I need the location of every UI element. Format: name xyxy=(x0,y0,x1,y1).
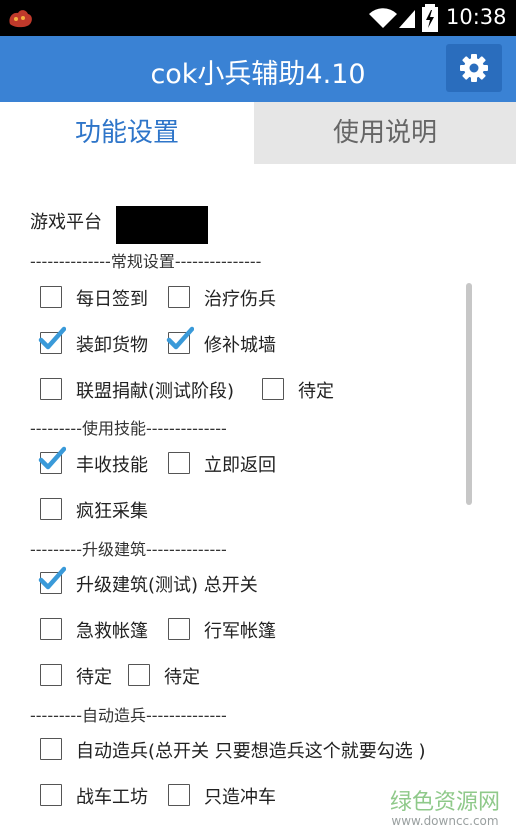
checkbox-box xyxy=(168,618,190,640)
checkmark-icon xyxy=(166,326,194,350)
scrollbar[interactable] xyxy=(466,283,472,505)
checkbox-box xyxy=(168,286,190,308)
section-skills-header: ---------使用技能-------------- xyxy=(30,419,227,438)
settings-button[interactable] xyxy=(446,44,502,92)
checkmark-icon xyxy=(38,326,66,350)
checkbox-box xyxy=(40,498,62,520)
checkbox-box xyxy=(168,784,190,806)
gear-icon xyxy=(460,54,488,82)
checkbox-box xyxy=(40,664,62,686)
checkbox-label: 装卸货物 xyxy=(76,335,148,356)
checkmark-icon xyxy=(38,566,66,590)
checkbox-box xyxy=(40,738,62,760)
wifi-icon xyxy=(369,8,397,28)
section-troops-header: ---------自动造兵-------------- xyxy=(30,706,227,725)
checkbox-box xyxy=(40,286,62,308)
section-buildings-header: ---------升级建筑-------------- xyxy=(30,540,227,559)
section-general-header: --------------常规设置--------------- xyxy=(30,252,262,271)
app-title: cok小兵辅助4.10 xyxy=(150,59,366,90)
checkbox-label: 丰收技能 xyxy=(76,455,148,476)
checkbox-box xyxy=(40,618,62,640)
checkbox-label: 联盟捐献(测试阶段) xyxy=(76,381,235,402)
checkbox-label: 疯狂采集 xyxy=(76,501,148,522)
checkmark-icon xyxy=(38,446,66,470)
checkbox-box xyxy=(40,784,62,806)
battery-charging-icon xyxy=(422,4,438,32)
checkbox-label: 行军帐篷 xyxy=(204,621,276,642)
checkbox-label: 待定 xyxy=(164,667,200,688)
checkbox-label: 急救帐篷 xyxy=(76,621,148,642)
checkbox-label: 治疗伤兵 xyxy=(204,289,276,310)
checkbox-label: 只造冲车 xyxy=(204,787,276,808)
watermark-title: 绿色资源网 xyxy=(389,790,500,815)
tab-function-settings[interactable]: 功能设置 xyxy=(0,102,254,164)
checkbox-label: 战车工坊 xyxy=(76,787,148,808)
platform-label: 游戏平台 xyxy=(30,212,102,233)
checkbox-label: 待定 xyxy=(76,667,112,688)
checkbox-label: 每日签到 xyxy=(76,289,148,310)
checkbox-label: 自动造兵(总开关 只要想造兵这个就要勾选 ) xyxy=(76,741,426,762)
checkbox-label: 修补城墙 xyxy=(204,335,276,356)
checkbox-box xyxy=(168,452,190,474)
watermark: 绿色资源网 www.downcc.com xyxy=(380,784,510,834)
tab-usage-instructions[interactable]: 使用说明 xyxy=(254,102,516,164)
settings-content[interactable]: - - - - - 游戏平台 --------------常规设置-------… xyxy=(0,164,516,838)
app-title-bar: cok小兵辅助4.10 xyxy=(0,36,516,102)
checkbox-label: 立即返回 xyxy=(204,455,276,476)
watermark-url: www.downcc.com xyxy=(391,814,499,828)
status-bar: 10:38 xyxy=(0,0,516,36)
signal-icon xyxy=(399,10,415,28)
tab-bar: 功能设置 使用说明 xyxy=(0,102,516,164)
checkbox-box xyxy=(40,378,62,400)
checkbox-label: 待定 xyxy=(298,381,334,402)
platform-value-field[interactable] xyxy=(116,206,208,244)
scrolled-off-text: - - - - - xyxy=(108,178,198,188)
checkbox-box xyxy=(262,378,284,400)
checkbox-label: 升级建筑(测试) 总开关 xyxy=(76,575,258,596)
checkbox-box xyxy=(128,664,150,686)
status-time: 10:38 xyxy=(446,5,507,29)
app-notification-icon xyxy=(9,10,32,28)
